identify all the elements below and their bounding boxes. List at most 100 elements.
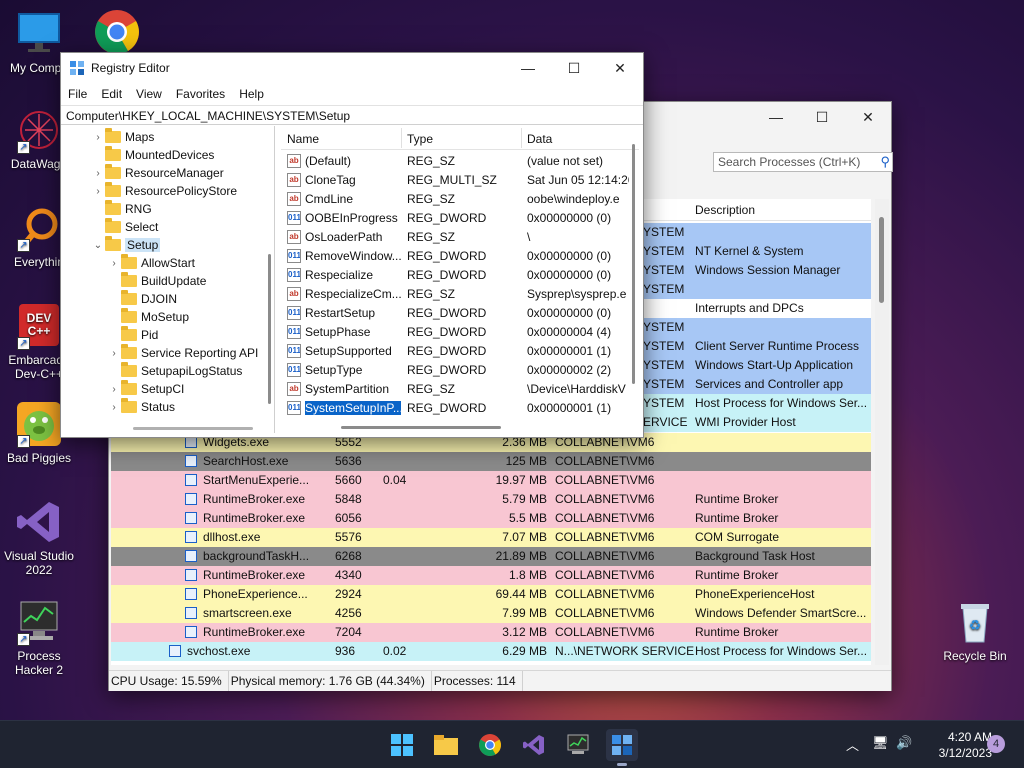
column-description[interactable]: Description bbox=[695, 203, 755, 217]
close-button[interactable]: ✕ bbox=[597, 53, 643, 83]
search-icon[interactable]: ⚲ bbox=[880, 154, 890, 170]
registry-value-row[interactable]: 011 SetupType REG_DWORD 0x00000002 (2) bbox=[281, 361, 631, 380]
tree-item[interactable]: Pid bbox=[107, 326, 158, 344]
value-type: REG_DWORD bbox=[407, 401, 487, 415]
process-row[interactable]: SearchHost.exe 5636 125 MB COLLABNET\VM6 bbox=[111, 452, 871, 471]
process-row[interactable]: StartMenuExperie... 5660 0.04 19.97 MB COLLA… bbox=[111, 471, 871, 490]
tree-scrollbar[interactable] bbox=[265, 126, 274, 433]
registry-value-row[interactable]: 011 SetupSupported REG_DWORD 0x00000001 (1) bbox=[281, 342, 631, 361]
process-row[interactable]: RuntimeBroker.exe 7204 3.12 MB COLLABNET\VM… bbox=[111, 623, 871, 642]
minimize-button[interactable]: — bbox=[753, 102, 799, 132]
chevron-right-icon[interactable]: › bbox=[107, 348, 121, 359]
maximize-button[interactable]: ☐ bbox=[551, 53, 597, 83]
process-user: COLLABNET\VM6 bbox=[555, 492, 655, 506]
registry-value-row[interactable]: 011 SystemSetupInP... REG_DWORD 0x00000001 … bbox=[281, 399, 631, 418]
process-row[interactable]: PhoneExperience... 2924 69.44 MB COLLABNET\… bbox=[111, 585, 871, 604]
chrome-icon bbox=[479, 734, 501, 756]
registry-value-row[interactable]: ab SystemPartition REG_SZ \Device\HarddiskV bbox=[281, 380, 631, 399]
clock[interactable]: 4:20 AM 3/12/2023 bbox=[920, 729, 992, 761]
registry-value-row[interactable]: 011 OOBEInProgress REG_DWORD 0x00000000 (0) bbox=[281, 209, 631, 228]
process-row[interactable]: svchost.exe 936 0.02 6.29 MB N...\NETWORK SE… bbox=[111, 642, 871, 661]
menu-file[interactable]: File bbox=[61, 87, 94, 101]
close-button[interactable]: ✕ bbox=[845, 102, 891, 132]
process-row[interactable]: RuntimeBroker.exe 6056 5.5 MB COLLABNET\VM6… bbox=[111, 509, 871, 528]
registry-value-row[interactable]: 011 RestartSetup REG_DWORD 0x00000000 (0) bbox=[281, 304, 631, 323]
taskbar-visual-studio[interactable] bbox=[518, 729, 550, 761]
search-processes-input[interactable]: Search Processes (Ctrl+K) ⚲ bbox=[713, 152, 893, 172]
tree-horizontal-scrollbar[interactable] bbox=[133, 427, 253, 430]
tree-item[interactable]: BuildUpdate bbox=[107, 272, 206, 290]
desktop-icon-visual-studio[interactable]: Visual Studio 2022 bbox=[0, 498, 78, 577]
tree-item[interactable]: › Service Reporting API bbox=[107, 344, 258, 362]
registry-value-row[interactable]: 011 Respecialize REG_DWORD 0x00000000 (0) bbox=[281, 266, 631, 285]
values-scrollbar[interactable] bbox=[631, 144, 637, 384]
process-row[interactable]: dllhost.exe 5576 7.07 MB COLLABNET\VM6 COM S… bbox=[111, 528, 871, 547]
tree-item[interactable]: › ResourceManager bbox=[91, 164, 224, 182]
chevron-up-icon[interactable]: ︿ bbox=[846, 735, 859, 754]
tree-item[interactable]: › AllowStart bbox=[107, 254, 195, 272]
menu-edit[interactable]: Edit bbox=[94, 87, 129, 101]
taskbar-registry-editor[interactable] bbox=[606, 729, 638, 766]
registry-value-row[interactable]: ab OsLoaderPath REG_SZ \ bbox=[281, 228, 631, 247]
menu-favorites[interactable]: Favorites bbox=[169, 87, 232, 101]
value-type: REG_DWORD bbox=[407, 363, 487, 377]
menu-view[interactable]: View bbox=[129, 87, 169, 101]
scrollbar-thumb[interactable] bbox=[268, 254, 271, 404]
minimize-button[interactable]: — bbox=[505, 53, 551, 83]
desktop-icon-process-hacker[interactable]: ↗ Process Hacker 2 bbox=[0, 598, 78, 677]
start-button[interactable] bbox=[386, 729, 418, 761]
taskbar-file-explorer[interactable] bbox=[430, 729, 462, 761]
tree-item[interactable]: DJOIN bbox=[107, 290, 177, 308]
chevron-right-icon[interactable]: › bbox=[107, 384, 121, 395]
registry-value-row[interactable]: ab (Default) REG_SZ (value not set) bbox=[281, 152, 631, 171]
address-bar[interactable]: Computer\HKEY_LOCAL_MACHINE\SYSTEM\Setup bbox=[61, 105, 643, 125]
chevron-right-icon[interactable]: › bbox=[91, 168, 105, 179]
tree-item[interactable]: ⌄ Setup bbox=[91, 236, 161, 254]
values-horizontal-scrollbar[interactable] bbox=[341, 426, 501, 429]
scrollbar-thumb[interactable] bbox=[632, 144, 635, 384]
volume-icon[interactable]: 🔊 bbox=[896, 735, 912, 751]
process-row[interactable]: RuntimeBroker.exe 4340 1.8 MB COLLABNET\VM6… bbox=[111, 566, 871, 585]
taskbar-chrome[interactable] bbox=[474, 729, 506, 761]
desktop-icon-recycle-bin[interactable]: ♻ Recycle Bin bbox=[936, 598, 1014, 663]
tree-item[interactable]: › SetupCI bbox=[107, 380, 184, 398]
chevron-right-icon[interactable]: › bbox=[107, 258, 121, 269]
values-header: Name Type Data bbox=[281, 126, 639, 150]
registry-value-row[interactable]: ab RespecializeCm... REG_SZ Sysprep\sysprep… bbox=[281, 285, 631, 304]
maximize-button[interactable]: ☐ bbox=[799, 102, 845, 132]
tree-item[interactable]: MountedDevices bbox=[91, 146, 214, 164]
tree-item[interactable]: RNG bbox=[91, 200, 152, 218]
value-type: REG_SZ bbox=[407, 382, 456, 396]
column-data[interactable]: Data bbox=[527, 132, 552, 146]
process-description: Interrupts and DPCs bbox=[695, 301, 804, 315]
menu-help[interactable]: Help bbox=[232, 87, 271, 101]
tree-item[interactable]: › ResourcePolicyStore bbox=[91, 182, 237, 200]
registry-value-row[interactable]: ab CmdLine REG_SZ oobe\windeploy.e bbox=[281, 190, 631, 209]
column-type[interactable]: Type bbox=[407, 132, 433, 146]
chevron-right-icon[interactable]: › bbox=[107, 402, 121, 413]
tree-item[interactable]: Select bbox=[91, 218, 158, 236]
notification-badge[interactable]: 4 bbox=[987, 735, 1005, 753]
scrollbar-thumb[interactable] bbox=[879, 217, 884, 303]
process-description: Windows Session Manager bbox=[695, 263, 841, 277]
tree-item[interactable]: SetupapiLogStatus bbox=[107, 362, 242, 380]
process-row[interactable]: backgroundTaskH... 6268 21.89 MB COLLABNET\… bbox=[111, 547, 871, 566]
process-row[interactable]: RuntimeBroker.exe 5848 5.79 MB COLLABNET\VM… bbox=[111, 490, 871, 509]
process-row[interactable]: smartscreen.exe 4256 7.99 MB COLLABNET\VM6 W… bbox=[111, 604, 871, 623]
column-name[interactable]: Name bbox=[287, 132, 319, 146]
tree-item[interactable]: › Maps bbox=[91, 128, 154, 146]
folder-icon bbox=[105, 182, 121, 197]
value-type: REG_DWORD bbox=[407, 211, 487, 225]
registry-value-row[interactable]: 011 SetupPhase REG_DWORD 0x00000004 (4) bbox=[281, 323, 631, 342]
process-table-scrollbar[interactable] bbox=[875, 199, 889, 665]
tree-item[interactable]: MoSetup bbox=[107, 308, 189, 326]
chevron-down-icon[interactable]: ⌄ bbox=[91, 240, 105, 251]
network-icon[interactable]: 🖥 bbox=[872, 735, 889, 751]
registry-value-row[interactable]: 011 RemoveWindow... REG_DWORD 0x00000000 (0… bbox=[281, 247, 631, 266]
tree-item[interactable]: › Status bbox=[107, 398, 175, 416]
chevron-right-icon[interactable]: › bbox=[91, 186, 105, 197]
taskbar-process-hacker[interactable] bbox=[562, 729, 594, 761]
process-icon bbox=[185, 455, 197, 467]
registry-value-row[interactable]: ab CloneTag REG_MULTI_SZ Sat Jun 05 12:14:2… bbox=[281, 171, 631, 190]
chevron-right-icon[interactable]: › bbox=[91, 132, 105, 143]
